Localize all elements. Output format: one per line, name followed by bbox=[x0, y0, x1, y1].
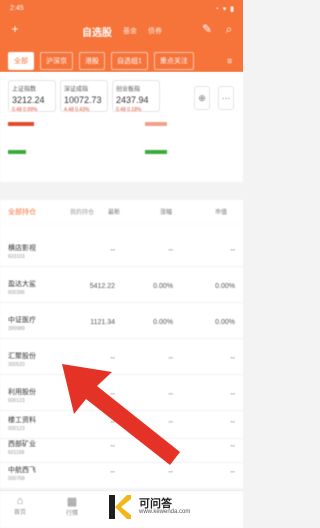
stock-change: -- bbox=[168, 443, 173, 450]
page-title[interactable]: 自选股 bbox=[82, 24, 112, 39]
group-tabs: 全部 沪深京 港股 自选组1 重点关注 ≡ bbox=[0, 50, 243, 72]
status-time: 2:45 bbox=[10, 5, 24, 12]
stock-name: 利用股份 bbox=[8, 389, 36, 396]
index-card-sh[interactable]: 上证指数 3212.24 0.48 0.99% bbox=[8, 80, 56, 113]
stock-price: -- bbox=[110, 419, 115, 426]
header-bar: + 自选股 基金 债券 ✎ ⌕ bbox=[0, 18, 243, 44]
watermark-url: www.kewenda.com bbox=[139, 509, 191, 515]
add-icon[interactable]: + bbox=[8, 22, 22, 36]
group-tab-all[interactable]: 全部 bbox=[8, 52, 34, 70]
index-card-sz[interactable]: 深证成指 10072.73 4.48 0.43% bbox=[60, 80, 108, 113]
stock-code: 000768 bbox=[8, 476, 25, 482]
stock-list: 横店影视 603103 -- -- -- 盈达大鲨 600396 5412.22… bbox=[0, 224, 243, 490]
stock-code: 600123 bbox=[8, 398, 25, 404]
stock-name: 西部矿业 bbox=[8, 441, 36, 448]
group-tab-focus[interactable]: 重点关注 bbox=[153, 52, 194, 70]
stock-name: 横店影视 bbox=[8, 245, 36, 252]
index-value: 10072.73 bbox=[64, 95, 102, 105]
table-row[interactable]: 横店影视 603103 -- -- -- bbox=[0, 238, 243, 267]
stock-price: -- bbox=[110, 443, 115, 450]
index-change: 0.48 0.18% bbox=[116, 107, 142, 113]
nav-market-label: 行情 bbox=[65, 511, 78, 517]
stock-cap: 0.00% bbox=[215, 283, 235, 290]
stock-price: -- bbox=[110, 391, 115, 398]
col-cap[interactable]: 市值 bbox=[215, 207, 227, 216]
stock-change: -- bbox=[168, 355, 173, 362]
stock-name: 楼工资料 bbox=[8, 417, 36, 424]
stock-price: 5412.22 bbox=[89, 283, 115, 290]
stock-change: -- bbox=[168, 247, 173, 254]
stock-code: 601168 bbox=[8, 450, 25, 456]
index-name: 深证成指 bbox=[64, 87, 89, 93]
market-icon: ▦ bbox=[66, 496, 78, 508]
tab-fund[interactable]: 基金 bbox=[123, 26, 137, 36]
table-row[interactable]: 中证医疗 399989 1121.34 0.00% 0.00% bbox=[0, 310, 243, 339]
stock-name: 中证医疗 bbox=[8, 317, 36, 324]
stock-price: 1121.34 bbox=[90, 319, 115, 326]
table-row[interactable]: 利用股份 600123 -- -- -- bbox=[0, 382, 243, 411]
stock-cap: -- bbox=[230, 419, 235, 426]
stock-name: 盈达大鲨 bbox=[8, 281, 36, 288]
status-bar: 2:45 ◔ ▾ ▮ bbox=[0, 0, 243, 18]
stock-cap: -- bbox=[230, 247, 235, 254]
stock-code: 300520 bbox=[8, 362, 25, 368]
more-icon[interactable]: ⋯ bbox=[218, 86, 234, 110]
stock-price: -- bbox=[110, 355, 115, 362]
stock-code: 399989 bbox=[8, 326, 25, 332]
index-card-cyb[interactable]: 创业板指 2437.94 0.48 0.18% bbox=[112, 80, 160, 113]
group-tab-hk[interactable]: 港股 bbox=[79, 52, 105, 70]
stock-cap: -- bbox=[230, 391, 235, 398]
stock-change: 0.00% bbox=[153, 319, 173, 326]
watermark-logo-icon bbox=[109, 495, 131, 519]
down-bar bbox=[8, 150, 26, 154]
stock-cap: 0.00% bbox=[215, 319, 235, 326]
nav-home-label: 首页 bbox=[13, 510, 26, 516]
index-value: 2437.94 bbox=[116, 95, 149, 105]
stock-name: 中航西飞 bbox=[8, 467, 36, 474]
status-icons: ◔ ▾ ▮ bbox=[214, 6, 235, 13]
stock-name: 汇聚股份 bbox=[8, 353, 36, 360]
stock-price: -- bbox=[110, 469, 115, 476]
up-bar bbox=[145, 122, 167, 126]
table-row[interactable]: 盈达大鲨 600396 5412.22 0.00% 0.00% bbox=[0, 274, 243, 303]
menu-icon[interactable]: ≡ bbox=[227, 56, 237, 66]
edit-icon[interactable]: ✎ bbox=[200, 22, 214, 36]
col-change[interactable]: 涨幅 bbox=[160, 207, 172, 216]
stock-price: -- bbox=[110, 247, 115, 254]
stock-change: -- bbox=[168, 391, 173, 398]
up-bar bbox=[8, 122, 34, 126]
holdings-filter[interactable]: 我的持仓 bbox=[70, 207, 94, 216]
stock-cap: -- bbox=[230, 355, 235, 362]
index-panel: 上证指数 3212.24 0.48 0.99% 深证成指 10072.73 4.… bbox=[0, 72, 243, 182]
index-value: 3212.24 bbox=[12, 95, 45, 105]
group-tab-custom[interactable]: 自选组1 bbox=[111, 52, 148, 70]
stock-code: 600396 bbox=[8, 290, 25, 296]
nav-market[interactable]: ▦ 行情 bbox=[52, 495, 92, 517]
table-row[interactable]: 西部矿业 601168 -- -- -- bbox=[0, 434, 243, 463]
down-bar bbox=[145, 150, 167, 154]
search-icon[interactable]: ⌕ bbox=[222, 22, 236, 36]
stock-code: 000123 bbox=[8, 426, 25, 432]
nav-home[interactable]: ⌂ 首页 bbox=[0, 495, 40, 516]
tab-bond[interactable]: 债券 bbox=[148, 26, 162, 36]
table-row[interactable]: 中航西飞 000768 -- -- -- bbox=[0, 460, 243, 489]
index-name: 创业板指 bbox=[116, 87, 141, 93]
stock-change: -- bbox=[168, 419, 173, 426]
stock-cap: -- bbox=[230, 469, 235, 476]
table-row[interactable]: 汇聚股份 300520 -- -- -- bbox=[0, 346, 243, 375]
stock-change: 0.00% bbox=[153, 283, 173, 290]
stock-cap: -- bbox=[230, 443, 235, 450]
watermark: 可问答 www.kewenda.com bbox=[101, 492, 237, 522]
index-name: 上证指数 bbox=[12, 87, 37, 93]
chart-icon[interactable]: ⊕ bbox=[194, 86, 210, 110]
home-icon: ⌂ bbox=[16, 495, 24, 507]
index-change: 4.48 0.43% bbox=[64, 107, 90, 113]
col-price[interactable]: 最新 bbox=[108, 207, 120, 216]
stock-code: 603103 bbox=[8, 254, 25, 260]
stock-change: -- bbox=[168, 469, 173, 476]
group-tab-a-share[interactable]: 沪深京 bbox=[40, 52, 73, 70]
index-change: 0.48 0.99% bbox=[12, 107, 38, 113]
holdings-tab[interactable]: 全部持仓 bbox=[8, 207, 36, 217]
list-header: 全部持仓 我的持仓 最新 涨幅 市值 bbox=[0, 200, 243, 224]
